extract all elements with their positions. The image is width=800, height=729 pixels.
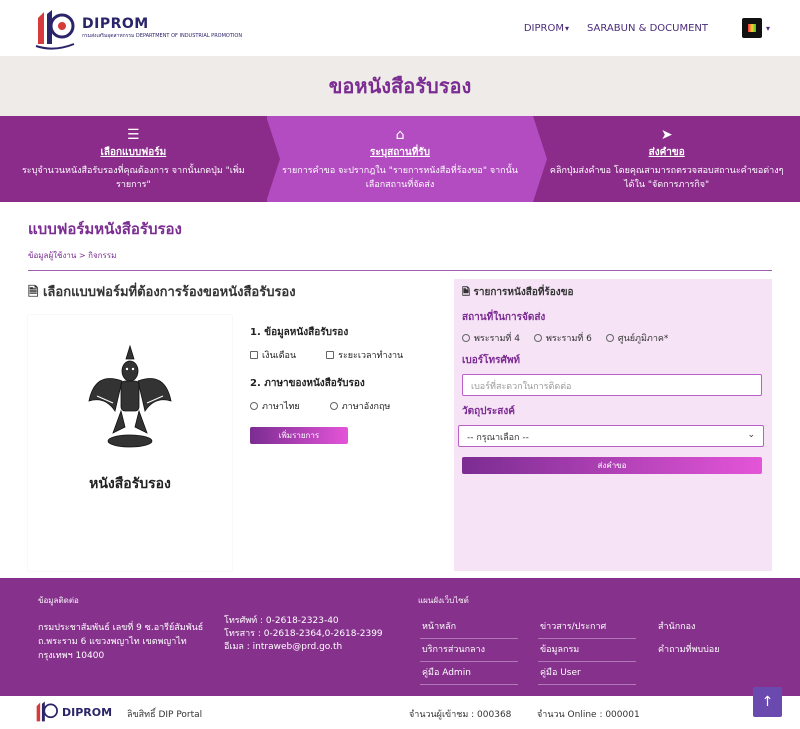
sitemap-links: หน้าหลัก ข่าวสาร/ประกาศ สำนักกอง บริการส… — [420, 616, 754, 685]
step-select-form: ☰ เลือกแบบฟอร์ม ระบุจำนวนหนังสือรับรองที… — [0, 116, 267, 202]
step-desc: รายการคำขอ จะปรากฎใน "รายการหนังสือที่ร้… — [282, 166, 518, 190]
chevron-down-icon: ⌄ — [747, 430, 755, 440]
document-icon: 🗎 — [462, 287, 471, 298]
address-line: กรมประชาสัมพันธ์ เลขที่ 9 ซ.อารีย์สัมพัน… — [38, 623, 204, 633]
radio-english[interactable]: ภาษาอังกฤษ — [329, 399, 390, 413]
link-admin-manual[interactable]: คู่มือ Admin — [420, 662, 518, 685]
step-indicator: ☰ เลือกแบบฟอร์ม ระบุจำนวนหนังสือรับรองที… — [0, 116, 800, 202]
link-divisions[interactable]: สำนักกอง — [656, 616, 754, 639]
scroll-to-top-button[interactable]: ↑ — [753, 687, 782, 717]
phone-text: โทรศัพท์ : 0-2618-2323-40 — [224, 616, 339, 626]
step-desc: คลิกปุ่มส่งคำขอ โดยคุณสามารถตรวจสอบสถานะ… — [549, 166, 784, 190]
purpose-select[interactable]: -- กรุณาเลือก -- ⌄ — [458, 425, 764, 447]
address-line: ถ.พระราม 6 แขวงพญาไท เขตพญาไท — [38, 637, 187, 647]
link-news[interactable]: ข่าวสาร/ประกาศ — [538, 616, 636, 639]
section-language: 2. ภาษาของหนังสือรับรอง — [250, 378, 365, 389]
bottom-bar: DIPROM ลิขสิทธิ์ DIP Portal จำนวนผู้เข้า… — [0, 696, 800, 729]
breadcrumb[interactable]: ข้อมูลผู้ใช้งาน > กิจกรรม — [28, 249, 772, 262]
brand-name: DIPROM — [82, 16, 149, 32]
email-text[interactable]: อีเมล : intraweb@prd.go.th — [224, 641, 383, 654]
checkbox-salary[interactable]: เงินเดือน — [250, 348, 296, 362]
step-desc: ระบุจำนวนหนังสือรับรองที่คุณต้องการ จากน… — [21, 166, 245, 190]
sitemap-heading: แผนผังเว็บไซต์ — [418, 596, 469, 605]
form-title: แบบฟอร์มหนังสือรับรอง — [28, 220, 182, 238]
step-title: ระบุสถานที่รับ — [370, 147, 431, 158]
online-count: จำนวน Online : 000001 — [537, 710, 640, 720]
home-icon: ⌂ — [395, 127, 405, 143]
add-item-button[interactable]: เพิ่มรายการ — [250, 427, 348, 444]
checkbox-period[interactable]: ระยะเวลาทำงาน — [326, 348, 403, 362]
step-arrow — [266, 116, 280, 202]
radio-regional[interactable]: ศูนย์ภูมิภาค* — [605, 331, 668, 345]
step-send-request: ➤ ส่งคำขอ คลิกปุ่มส่งคำขอ โดยคุณสามารถตร… — [533, 116, 800, 202]
step-title: เลือกแบบฟอร์ม — [100, 147, 167, 158]
top-navbar: DIPROM กรมส่งเสริมอุตสาหกรรม DEPARTMENT … — [0, 0, 800, 56]
page-title: ขอหนังสือรับรอง — [328, 74, 472, 98]
form-selection-panel: 🗎 เลือกแบบฟอร์มที่ต้องการร้องขอหนังสือรั… — [28, 279, 440, 571]
step-title: ส่งคำขอ — [648, 147, 685, 158]
address-line: กรุงเทพฯ 10400 — [38, 651, 105, 661]
phone-input[interactable]: เบอร์ที่สะดวกในการติดต่อ — [462, 374, 762, 396]
visitor-count: จำนวนผู้เข้าชม : 000368 — [409, 710, 512, 720]
link-home[interactable]: หน้าหลัก — [420, 616, 518, 639]
send-icon: ➤ — [660, 127, 673, 143]
user-menu[interactable]: ▾ — [741, 18, 770, 38]
avatar[interactable] — [741, 18, 762, 38]
phone-label: เบอร์โทรศัพท์ — [462, 355, 521, 366]
divider — [28, 270, 772, 271]
certificate-card[interactable]: หนังสือรับรอง — [28, 315, 232, 571]
brand-subtitle: กรมส่งเสริมอุตสาหกรรม DEPARTMENT OF INDU… — [82, 33, 243, 39]
link-services[interactable]: บริการส่วนกลาง — [420, 639, 518, 662]
place-label: สถานที่ในการจัดส่ง — [462, 312, 546, 323]
title-band: ขอหนังสือรับรอง — [0, 56, 800, 116]
contact-heading: ข้อมูลติดต่อ — [38, 596, 79, 605]
nav-link-sarabun[interactable]: SARABUN & DOCUMENT — [587, 23, 708, 34]
fax-text: โทรสาร : 0-2618-2364,0-2618-2399 — [224, 629, 383, 639]
chevron-down-icon[interactable]: ▾ — [766, 24, 770, 33]
link-user-manual[interactable]: คู่มือ User — [538, 662, 636, 685]
arrow-up-icon: ↑ — [761, 694, 774, 710]
step-arrow — [533, 116, 547, 202]
radio-rama4[interactable]: พระรามที่ 4 — [462, 331, 520, 345]
link-faq[interactable]: คำถามที่พบบ่อย — [656, 639, 754, 662]
step-select-place: ⌂ ระบุสถานที่รับ รายการคำขอ จะปรากฎใน "ร… — [266, 116, 534, 202]
diprom-logo-icon — [35, 10, 75, 50]
send-request-button[interactable]: ส่งคำขอ — [462, 457, 762, 474]
footer: ข้อมูลติดต่อ กรมประชาสัมพันธ์ เลขที่ 9 ซ… — [0, 578, 800, 696]
certificate-caption: หนังสือรับรอง — [89, 476, 171, 492]
garuda-emblem-icon — [88, 344, 172, 448]
radio-thai[interactable]: ภาษาไทย — [250, 399, 300, 413]
request-list-panel: 🗎 รายการหนังสือที่ร้องขอ สถานที่ในการจัด… — [454, 279, 772, 571]
copyright-text: ลิขสิทธิ์ DIP Portal — [127, 710, 203, 720]
link-department[interactable]: ข้อมูลกรม — [538, 639, 636, 662]
footer-brand: DIPROM — [62, 706, 113, 719]
form-selection-heading: 🗎 เลือกแบบฟอร์มที่ต้องการร้องขอหนังสือรั… — [28, 285, 296, 300]
list-icon: ☰ — [127, 127, 140, 143]
brand-logo[interactable]: DIPROM กรมส่งเสริมอุตสาหกรรม DEPARTMENT … — [30, 4, 242, 52]
radio-rama6[interactable]: พระรามที่ 6 — [533, 331, 592, 345]
purpose-label: วัตถุประสงค์ — [462, 406, 515, 417]
request-list-heading: 🗎 รายการหนังสือที่ร้องขอ — [462, 287, 574, 298]
diprom-logo-icon — [36, 701, 58, 722]
nav-link-diprom[interactable]: DIPROM — [524, 23, 569, 34]
document-icon: 🗎 — [28, 285, 39, 300]
section-cert-info: 1. ข้อมูลหนังสือรับรอง — [250, 327, 349, 338]
